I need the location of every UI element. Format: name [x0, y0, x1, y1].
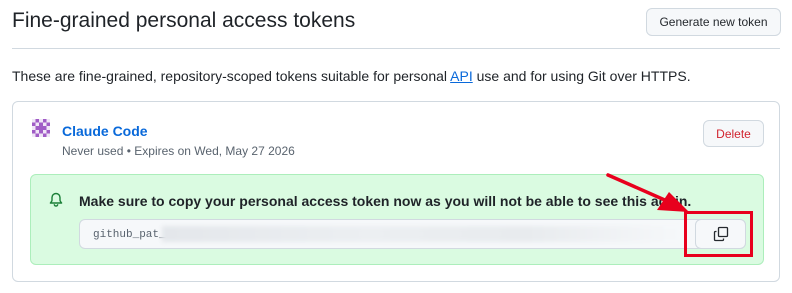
copy-button[interactable] [695, 219, 746, 249]
delete-token-button[interactable]: Delete [703, 120, 764, 147]
token-expiry: Expires on Wed, May 27 2026 [134, 144, 295, 158]
identicon-avatar [32, 119, 50, 137]
api-link[interactable]: API [450, 68, 473, 84]
token-meta: Never used • Expires on Wed, May 27 2026 [62, 143, 295, 159]
page-title: Fine-grained personal access tokens [12, 9, 356, 32]
generate-new-token-button[interactable]: Generate new token [646, 8, 781, 36]
token-name-link[interactable]: Claude Code [62, 122, 148, 140]
token-value-prefix: github_pat_ [93, 229, 166, 241]
token-usage: Never used [62, 144, 124, 158]
description-text-start: These are fine-grained, repository-scope… [12, 68, 451, 84]
bell-icon [49, 192, 63, 207]
token-card: Claude Code Never used • Expires on Wed,… [12, 101, 780, 282]
token-value-field[interactable]: github_pat_ [79, 219, 746, 249]
tokens-page: Fine-grained personal access tokens Gene… [0, 0, 792, 293]
copy-icon [713, 226, 728, 242]
header-divider [12, 48, 780, 49]
description-text-end: use and for using Git over HTTPS. [472, 68, 691, 84]
copy-token-message: Make sure to copy your personal access t… [79, 193, 692, 209]
meta-separator: • [126, 144, 131, 158]
page-description: These are fine-grained, repository-scope… [12, 67, 691, 85]
token-value-redacted [162, 226, 682, 242]
copy-token-notice: Make sure to copy your personal access t… [30, 174, 764, 265]
